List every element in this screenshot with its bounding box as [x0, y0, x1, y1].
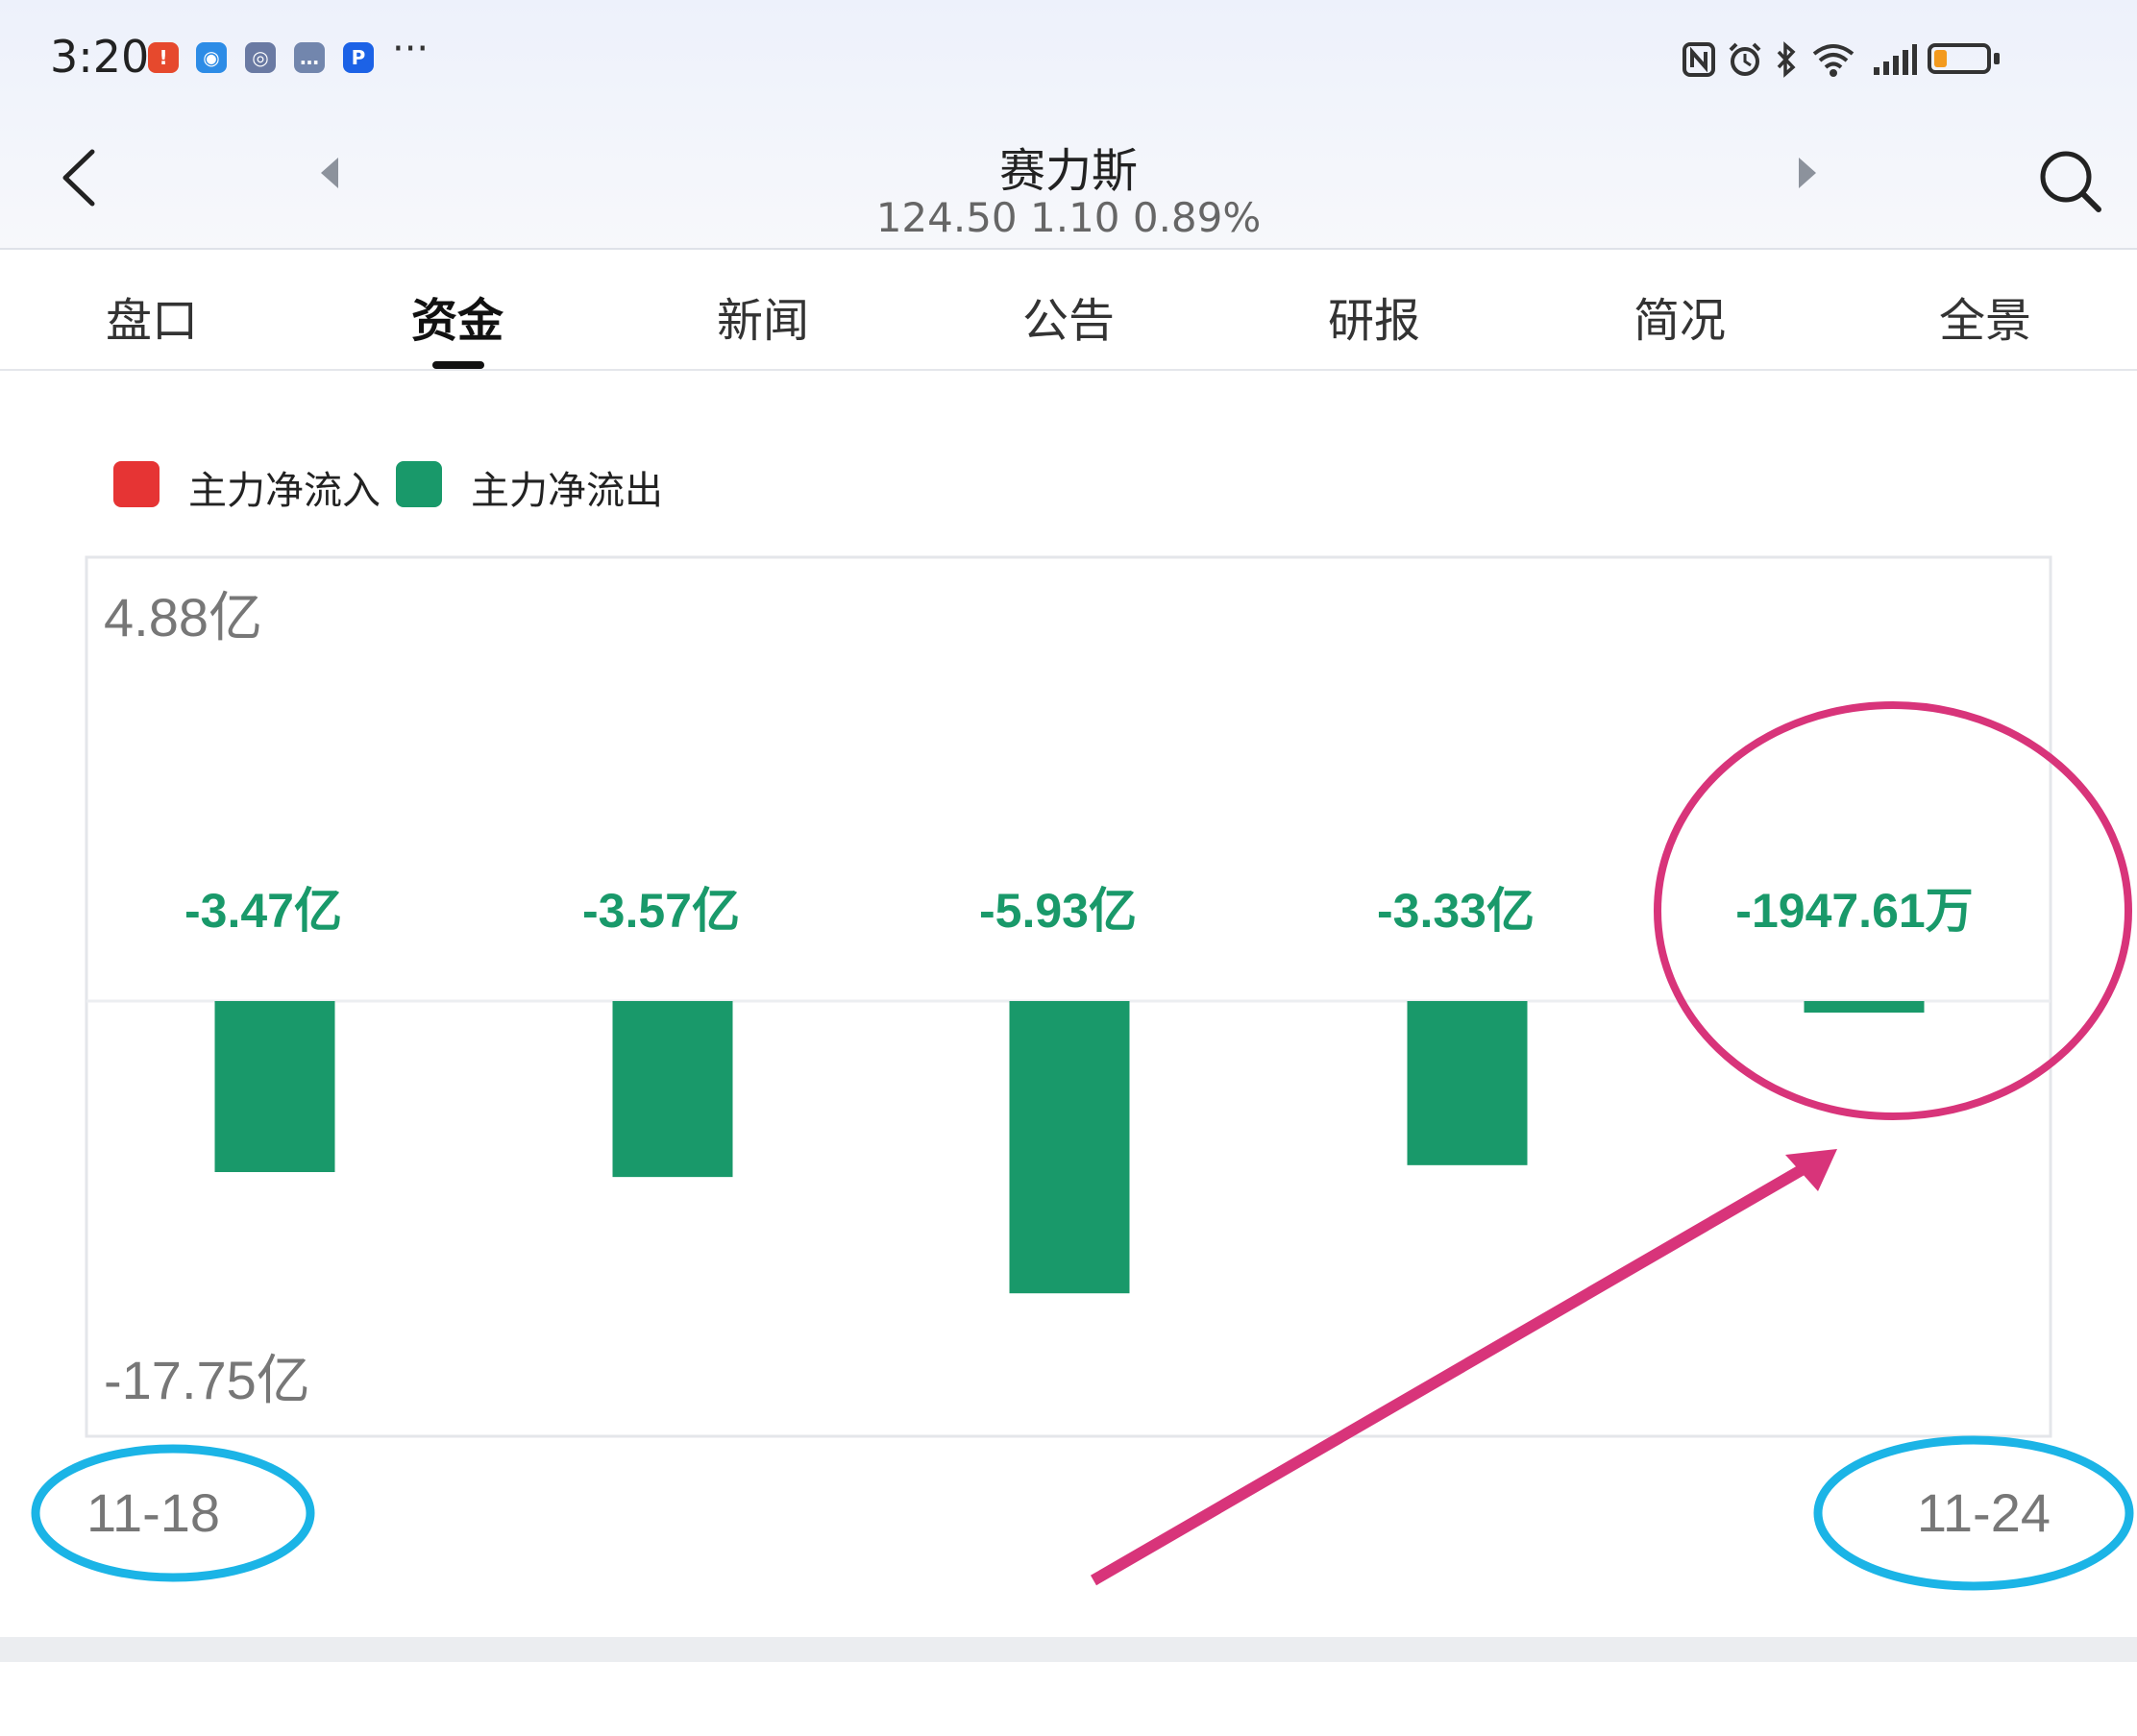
x-end-label: 11-24: [1917, 1482, 2051, 1543]
battery-icon: [1928, 43, 1991, 74]
status-bar: 3:20 ! ◉ ◎ … P ···: [0, 0, 2137, 125]
next-stock-icon[interactable]: [1795, 154, 1820, 192]
bar-value-label-3: -3.33亿: [1377, 884, 1535, 938]
outflow-swatch: [396, 461, 442, 507]
alert-app-icon: !: [148, 42, 179, 73]
x-start-label: 11-18: [86, 1482, 220, 1543]
plot-frame: [85, 555, 2052, 1438]
p-app-icon: P: [343, 42, 374, 73]
bar-value-label-0: -3.47亿: [184, 884, 342, 938]
y-max-label: 4.88亿: [104, 587, 262, 648]
inflow-legend-label: 主力净流入: [188, 469, 381, 513]
y-min-label: -17.75亿: [104, 1350, 310, 1410]
tab-order-book[interactable]: 盘口: [56, 282, 248, 350]
chat-app-icon: ◉: [196, 42, 227, 73]
stock-header: 赛力斯 124.50 1.10 0.89%: [0, 125, 2137, 250]
more-notifications-icon: ···: [392, 27, 430, 71]
bar-2: [1009, 1001, 1130, 1294]
tab-bar: 盘口 资金 新闻 公告 研报 简况 全景: [0, 248, 2137, 371]
bar-value-label-4: -1947.61万: [1735, 884, 1973, 938]
outflow-legend-label: 主力净流出: [471, 469, 663, 513]
battery-tip: [1994, 53, 2000, 64]
search-icon[interactable]: [2035, 146, 2104, 215]
section-divider: [0, 1637, 2137, 1662]
inflow-swatch: [113, 461, 160, 507]
tab-news[interactable]: 新闻: [667, 282, 859, 350]
stock-quote: 124.50 1.10 0.89%: [875, 194, 1262, 241]
bar-value-label-1: -3.57亿: [582, 884, 740, 938]
bar-value-label-2: -5.93亿: [979, 884, 1137, 938]
active-tab-indicator: [432, 361, 484, 369]
battery-level: [1934, 50, 1947, 67]
tab-overview[interactable]: 全景: [1889, 282, 2081, 350]
tab-fund-flow[interactable]: 资金: [361, 282, 553, 350]
bar-3: [1407, 1001, 1528, 1165]
tab-research[interactable]: 研报: [1278, 282, 1470, 350]
alarm-icon: [1729, 42, 1761, 76]
signal-icon: [1874, 44, 1917, 75]
bar-1: [612, 1001, 733, 1178]
tab-profile[interactable]: 简况: [1584, 282, 1776, 350]
message-app-icon: …: [294, 42, 325, 73]
wifi-icon: [1812, 44, 1855, 77]
bar-0: [214, 1001, 335, 1173]
annotation-arrow: [1090, 1162, 1808, 1586]
status-time: 3:20: [50, 31, 150, 83]
bar-4: [1804, 1001, 1925, 1013]
bluetooth-icon: [1777, 41, 1796, 78]
nfc-icon: [1683, 42, 1715, 77]
compass-app-icon: ◎: [245, 42, 276, 73]
tab-announcements[interactable]: 公告: [972, 282, 1165, 350]
